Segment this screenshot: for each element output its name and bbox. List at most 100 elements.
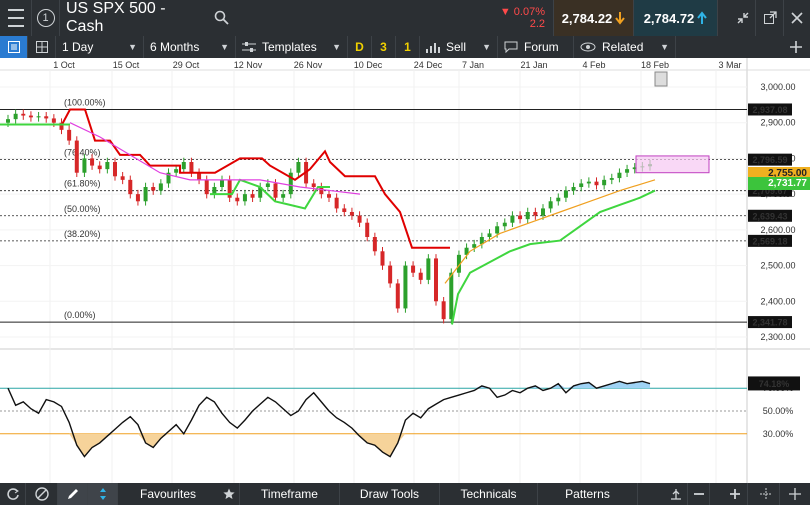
- crosshair-icon[interactable]: [752, 483, 780, 505]
- draw-tools-label: Draw Tools: [359, 487, 420, 501]
- fib-percent-label: (0.00%): [64, 310, 96, 320]
- candle-body: [212, 187, 217, 195]
- candle-body: [525, 212, 530, 220]
- forum-button[interactable]: Forum: [498, 36, 574, 58]
- candle-body: [151, 187, 156, 191]
- draw-mode-3[interactable]: 3: [372, 36, 396, 58]
- candle-body: [273, 183, 278, 198]
- popout-icon[interactable]: [756, 0, 784, 36]
- draw-mode-d[interactable]: D: [348, 36, 372, 58]
- chevron-down-icon: ▼: [482, 42, 491, 52]
- candle-body: [250, 194, 255, 198]
- candle-body: [67, 129, 72, 141]
- candle-body: [158, 183, 163, 191]
- templates-label: Templates: [262, 40, 317, 54]
- candle-body: [21, 113, 26, 116]
- list-icon[interactable]: [0, 36, 28, 58]
- interval-select[interactable]: 1 Day ▼: [56, 36, 144, 58]
- candle-body: [120, 176, 125, 180]
- compress-icon[interactable]: [730, 0, 756, 36]
- zoom-in-icon[interactable]: [722, 483, 748, 505]
- sell-price: 2,784.22: [561, 10, 613, 26]
- fib-value-label: 2,341.78: [752, 318, 787, 328]
- patterns-label: Patterns: [565, 487, 610, 501]
- candle-body: [82, 158, 87, 173]
- candle-body: [181, 162, 186, 170]
- templates-button[interactable]: Templates ▼: [236, 36, 348, 58]
- candle-body: [403, 265, 408, 309]
- related-button[interactable]: Related ▼: [574, 36, 676, 58]
- candle-body: [105, 162, 110, 170]
- price-chart[interactable]: 1 Oct 15 Oct 29 Oct 12 Nov 26 Nov 10 Dec 24 De…: [0, 58, 810, 483]
- fib-value-label: 2,569.18: [752, 236, 787, 246]
- green-level-badge: 2,731.77: [748, 176, 810, 190]
- candle-body: [36, 116, 41, 118]
- candle-body: [518, 215, 523, 220]
- pencil-icon[interactable]: [58, 483, 88, 505]
- price-tick-label: 2,300.00: [760, 332, 795, 342]
- fullscreen-icon[interactable]: [780, 483, 810, 505]
- change-percent: ▼ 0.07%: [499, 6, 545, 18]
- draw-mode-1[interactable]: 1: [396, 36, 420, 58]
- date-label: 1 Oct: [53, 60, 75, 70]
- refresh-icon[interactable]: [0, 483, 26, 505]
- candle-body: [319, 187, 324, 195]
- candle-body: [563, 190, 568, 198]
- candle-body: [487, 233, 492, 237]
- candle-body: [327, 194, 331, 198]
- date-label: 24 Dec: [414, 60, 443, 70]
- price-change: ▼ 0.07% 2.2: [490, 0, 554, 36]
- candle-body: [472, 244, 477, 248]
- date-label: 12 Nov: [234, 60, 263, 70]
- date-label: 10 Dec: [354, 60, 383, 70]
- instrument-title-area[interactable]: US SPX 500 - Cash: [60, 0, 230, 36]
- candle-body: [495, 226, 500, 234]
- draw-tools-tab[interactable]: Draw Tools: [340, 483, 440, 505]
- candle-body: [220, 179, 224, 187]
- patterns-tab[interactable]: Patterns: [538, 483, 638, 505]
- instrument-info-icon[interactable]: 1: [32, 0, 60, 36]
- favourites-tab[interactable]: Favourites: [118, 483, 218, 505]
- instrument-title: US SPX 500 - Cash: [66, 0, 166, 35]
- search-icon[interactable]: [214, 10, 230, 26]
- candle-body: [28, 115, 33, 118]
- chart-area[interactable]: 1 Oct 15 Oct 29 Oct 12 Nov 26 Nov 10 Dec 24 De…: [0, 58, 810, 483]
- zoom-out-icon[interactable]: [688, 483, 710, 505]
- candle-body: [418, 272, 423, 280]
- buy-price-button[interactable]: 2,784.72: [634, 0, 718, 36]
- axis-icon[interactable]: [664, 483, 688, 505]
- eye-icon: [580, 42, 596, 52]
- osc-level-label: 30.00%: [763, 429, 794, 439]
- buy-price: 2,784.72: [643, 10, 695, 26]
- sliders-icon: [242, 42, 256, 52]
- fib-percent-label: (50.00%): [64, 204, 101, 214]
- layout-grid-icon[interactable]: [28, 36, 56, 58]
- close-icon[interactable]: [784, 0, 810, 36]
- date-label: 26 Nov: [294, 60, 323, 70]
- candle-body: [502, 222, 507, 227]
- candle-body: [197, 172, 202, 180]
- candle-body: [372, 237, 377, 252]
- oscillator-line: [7, 380, 651, 458]
- current-date-marker: [654, 71, 668, 87]
- fib-value-label: 2,796.59: [752, 155, 787, 165]
- candle-body: [143, 187, 148, 202]
- fib-percent-label: (38.20%): [64, 229, 101, 239]
- star-icon[interactable]: [218, 483, 240, 505]
- candle-body: [510, 215, 515, 223]
- candle-body: [349, 212, 354, 216]
- menu-icon[interactable]: [0, 0, 32, 36]
- crosshair-move-icon[interactable]: [88, 483, 118, 505]
- add-panel-icon[interactable]: [782, 36, 810, 58]
- candle-body: [434, 258, 438, 302]
- candle-body: [556, 197, 561, 202]
- fib-value-label: 2,937.08: [752, 105, 787, 115]
- ma-orange-line: [444, 179, 656, 284]
- date-label: 3 Mar: [718, 60, 741, 70]
- no-entry-icon[interactable]: [26, 483, 58, 505]
- sell-price-button[interactable]: 2,784.22: [554, 0, 634, 36]
- range-select[interactable]: 6 Months ▼: [144, 36, 236, 58]
- technicals-tab[interactable]: Technicals: [440, 483, 538, 505]
- sell-indicator-select[interactable]: Sell ▼: [420, 36, 498, 58]
- timeframe-tab[interactable]: Timeframe: [240, 483, 340, 505]
